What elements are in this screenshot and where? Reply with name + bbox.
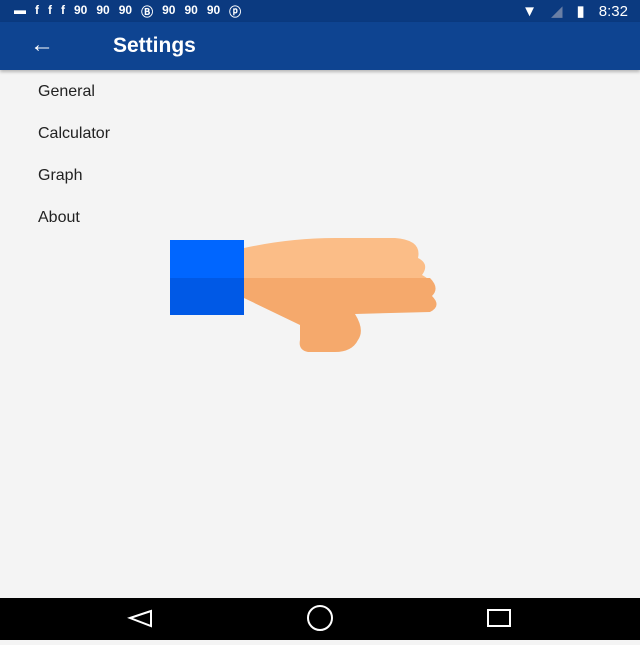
facebook-icon: f <box>61 3 65 17</box>
link-icon: 90 <box>206 3 221 17</box>
app-bar: ← Settings <box>0 22 640 70</box>
no-signal-icon: ◢ <box>550 3 563 20</box>
thumbs-down-icon <box>170 238 437 352</box>
settings-item-calculator[interactable]: Calculator <box>38 125 110 143</box>
link-icon: 90 <box>118 3 133 17</box>
facebook-icon: f <box>35 3 39 17</box>
battery-charging-icon: ▮ <box>576 3 585 20</box>
pinterest-icon: ⓟ <box>229 5 242 19</box>
nav-home-button[interactable] <box>307 605 333 631</box>
bbm-icon: Ⓑ <box>141 5 154 19</box>
page-title: Settings <box>113 34 196 57</box>
nav-recents-button[interactable] <box>487 609 511 627</box>
nav-back-button[interactable] <box>127 609 152 628</box>
settings-item-graph[interactable]: Graph <box>38 167 82 185</box>
wifi-icon: ▼ <box>522 2 537 20</box>
back-arrow-icon[interactable]: ← <box>30 31 54 59</box>
clock: 8:32 <box>598 2 628 20</box>
notification-icons: ▬ f f f 90 90 90 Ⓑ 90 90 90 ⓟ <box>14 3 241 20</box>
link-icon: 90 <box>184 3 198 17</box>
status-bar: ▬ f f f 90 90 90 Ⓑ 90 90 90 ⓟ ▼ ◢ ▮ 8:32 <box>0 0 640 22</box>
link-icon: 90 <box>162 3 176 17</box>
navigation-bar <box>0 598 640 640</box>
link-icon: 90 <box>74 3 88 17</box>
link-icon: 90 <box>96 3 110 17</box>
message-icon: ▬ <box>14 3 26 17</box>
settings-item-general[interactable]: General <box>38 83 95 101</box>
settings-item-about[interactable]: About <box>38 209 80 227</box>
facebook-icon: f <box>48 3 52 17</box>
